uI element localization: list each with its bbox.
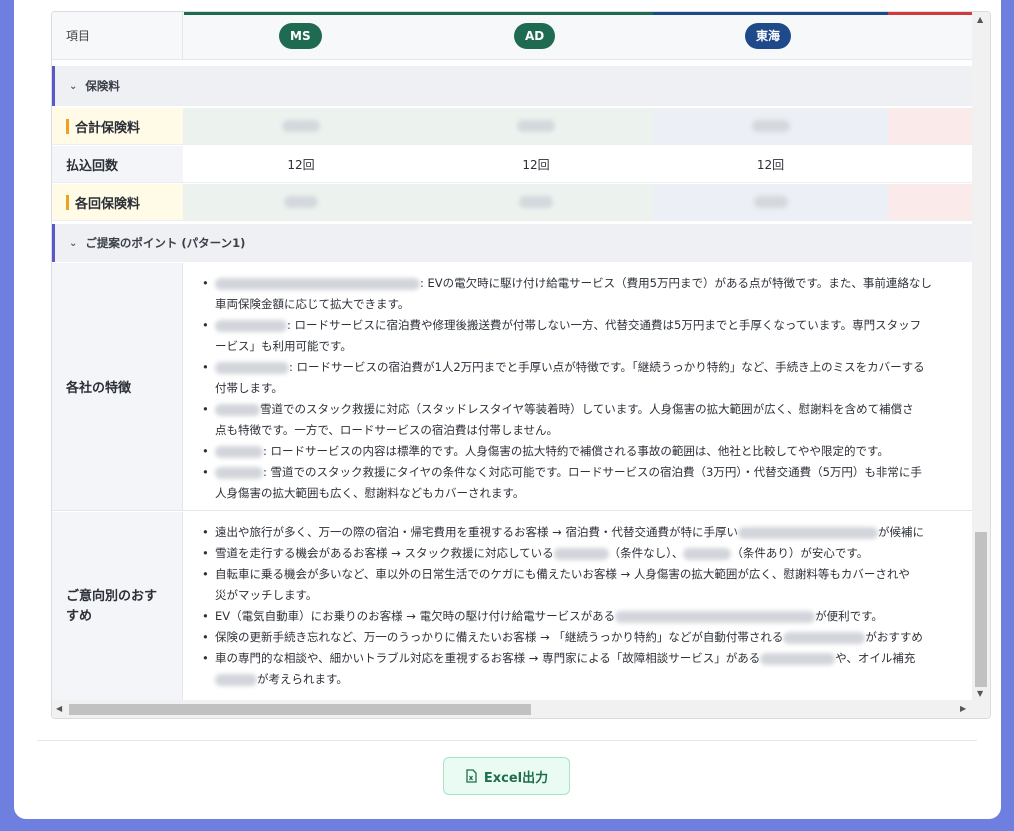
row-total-premium: 合計保険料 xyxy=(52,108,972,145)
horizontal-scrollbar[interactable]: ◀ ▶ xyxy=(52,700,990,718)
file-spreadsheet-icon xyxy=(466,769,477,783)
main-card: 項目 MS AD 東海 ⌄ 保険料 合計保険料 払込回数 12回 12回 12回… xyxy=(14,0,1001,819)
section-header-premium[interactable]: ⌄ 保険料 xyxy=(52,66,972,106)
row-label-features: 各社の特徴 xyxy=(52,263,183,510)
row-company-features: 各社の特徴 : EVの電欠時に駆け付け給電サービス（費用5万円まで）がある点が特… xyxy=(52,263,972,511)
company-badge-ms: MS xyxy=(279,22,322,49)
list-item: 保険の更新手続き忘れなど、万一のうっかりに備えたいお客様 → 「継続うっかり特約… xyxy=(200,627,924,648)
row-payment-count: 払込回数 12回 12回 12回 xyxy=(52,146,972,183)
row-label-payment-count: 払込回数 xyxy=(52,146,183,182)
features-list: : EVの電欠時に駆け付け給電サービス（費用5万円まで）がある点が特徴です。また… xyxy=(200,273,932,504)
comparison-table-container[interactable]: 項目 MS AD 東海 ⌄ 保険料 合計保険料 払込回数 12回 12回 12回… xyxy=(51,11,991,719)
list-item: : 雪道でのスタック救援にタイヤの条件なく対応可能です。ロードサービスの宿泊費（… xyxy=(200,462,932,504)
vertical-scrollbar[interactable]: ▲ ▼ xyxy=(972,12,990,702)
section-title-premium: 保険料 xyxy=(85,79,120,93)
excel-export-button[interactable]: Excel出力 xyxy=(443,757,570,795)
each-premium-ms xyxy=(183,184,419,220)
scroll-right-arrow-icon[interactable]: ▶ xyxy=(960,704,966,713)
each-premium-fourth xyxy=(888,184,972,220)
fourth-color-bar xyxy=(888,12,972,15)
section-title-points: ご提案のポイント (パターン1) xyxy=(85,236,246,250)
company-badge-tokai: 東海 xyxy=(745,22,792,49)
row-label-total-premium: 合計保険料 xyxy=(52,108,183,144)
list-item: 自転車に乗る機会が多いなど、車以外の日常生活でのケガにも備えたいお客様 → 人身… xyxy=(200,564,924,606)
payment-count-tokai: 12回 xyxy=(756,157,785,172)
each-premium-tokai xyxy=(653,184,888,220)
header-col-ms: MS xyxy=(184,12,419,59)
scroll-left-arrow-icon[interactable]: ◀ xyxy=(56,704,62,713)
recommendations-list: 遠出や旅行が多く、万一の際の宿泊・帰宅費用を重視するお客様 → 宿泊費・代替交通… xyxy=(200,522,924,690)
recommend-label-line2: すめ xyxy=(66,609,93,624)
scroll-up-arrow-icon[interactable]: ▲ xyxy=(977,15,983,24)
row-label-recommendations: ご意向別のおす すめ xyxy=(52,512,183,702)
scroll-down-arrow-icon[interactable]: ▼ xyxy=(977,689,983,698)
header-col-tokai: 東海 xyxy=(653,12,888,59)
features-content: : EVの電欠時に駆け付け給電サービス（費用5万円まで）がある点が特徴です。また… xyxy=(200,273,932,504)
total-premium-fourth xyxy=(888,108,972,144)
row-recommendations: ご意向別のおす すめ 遠出や旅行が多く、万一の際の宿泊・帰宅費用を重視するお客様… xyxy=(52,512,972,702)
recommendations-content: 遠出や旅行が多く、万一の際の宿泊・帰宅費用を重視するお客様 → 宿泊費・代替交通… xyxy=(200,522,924,690)
excel-export-label: Excel出力 xyxy=(483,770,549,786)
row-each-premium: 各回保険料 xyxy=(52,184,972,221)
list-item: : ロードサービスの内容は標準的です。人身傷害の拡大特約で補償される事故の範囲は… xyxy=(200,441,932,462)
total-premium-ms xyxy=(183,108,419,144)
list-item: EV（電気自動車）にお乗りのお客様 → 電欠時の駆け付け給電サービスがあるが便利… xyxy=(200,606,924,627)
divider xyxy=(37,740,977,741)
row-label-each-premium: 各回保険料 xyxy=(52,184,183,220)
total-premium-tokai xyxy=(653,108,888,144)
total-premium-ad xyxy=(419,108,653,144)
table-viewport: 項目 MS AD 東海 ⌄ 保険料 合計保険料 払込回数 12回 12回 12回… xyxy=(52,12,972,702)
section-header-points[interactable]: ⌄ ご提案のポイント (パターン1) xyxy=(52,224,972,262)
payment-count-ad: 12回 xyxy=(522,157,550,172)
list-item: 車の専門的な相談や、細かいトラブル対応を重視するお客様 → 専門家による「故障相… xyxy=(200,648,924,690)
recommend-label-line1: ご意向別のおす xyxy=(66,589,158,604)
each-premium-ad xyxy=(419,184,653,220)
horizontal-scroll-thumb[interactable] xyxy=(69,704,531,715)
list-item: 雪道でのスタック救援に対応（スタッドレスタイヤ等装着時）しています。人身傷害の拡… xyxy=(200,399,932,441)
header-item-label: 項目 xyxy=(52,12,183,59)
chevron-down-icon: ⌄ xyxy=(69,237,78,249)
vertical-scroll-thumb[interactable] xyxy=(975,532,987,687)
list-item: 遠出や旅行が多く、万一の際の宿泊・帰宅費用を重視するお客様 → 宿泊費・代替交通… xyxy=(200,522,924,543)
list-item: : ロードサービスに宿泊費や修理後搬送費が付帯しない一方、代替交通費は5万円まで… xyxy=(200,315,932,357)
company-badge-ad: AD xyxy=(514,22,556,49)
chevron-down-icon: ⌄ xyxy=(69,80,78,92)
list-item: 雪道を走行する機会があるお客様 → スタック救援に対応している（条件なし）、（条… xyxy=(200,543,924,564)
payment-count-ms: 12回 xyxy=(287,157,315,172)
table-header-row: 項目 MS AD 東海 xyxy=(52,12,972,60)
list-item: : ロードサービスの宿泊費が1人2万円までと手厚い点が特徴です。「継続うっかり特… xyxy=(200,357,932,399)
header-col-ad: AD xyxy=(419,12,653,59)
list-item: : EVの電欠時に駆け付け給電サービス（費用5万円まで）がある点が特徴です。また… xyxy=(200,273,932,315)
